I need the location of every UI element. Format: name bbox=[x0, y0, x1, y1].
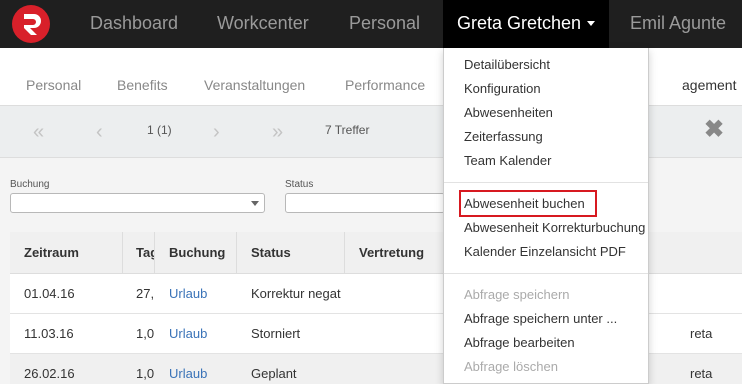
nav-greta-gretchen-label: Greta Gretchen bbox=[457, 13, 582, 33]
cell-tage: 1,0 bbox=[136, 366, 155, 381]
cell-extra: reta bbox=[690, 366, 713, 381]
menu-item-abwesenheit-korrekturbuchung[interactable]: Abwesenheit Korrekturbuchung bbox=[464, 216, 645, 240]
header-status[interactable]: Status bbox=[237, 232, 345, 274]
menu-item-abfrage-speichern: Abfrage speichern bbox=[464, 287, 570, 302]
first-page-button[interactable]: « bbox=[33, 106, 44, 158]
menu-item-team-kalender[interactable]: Team Kalender bbox=[464, 149, 551, 173]
cell-extra: reta bbox=[690, 326, 713, 341]
last-page-button[interactable]: » bbox=[272, 106, 283, 158]
result-count: 7 Treffer bbox=[325, 123, 370, 137]
menu-item-kalender-pdf[interactable]: Kalender Einzelansicht PDF bbox=[464, 240, 626, 264]
nav-workcenter[interactable]: Workcenter bbox=[217, 0, 309, 48]
status-filter-label: Status bbox=[285, 179, 314, 190]
cell-buchung-link[interactable]: Urlaub bbox=[155, 354, 237, 384]
caret-down-icon bbox=[587, 20, 596, 26]
menu-divider bbox=[444, 273, 648, 274]
nav-greta-gretchen[interactable]: Greta Gretchen bbox=[443, 0, 609, 48]
nav-dashboard[interactable]: Dashboard bbox=[90, 0, 178, 48]
app-logo-icon[interactable] bbox=[12, 5, 50, 43]
nav-personal[interactable]: Personal bbox=[349, 0, 420, 48]
status-select[interactable] bbox=[285, 193, 445, 213]
header-buchung[interactable]: Buchung bbox=[155, 232, 237, 274]
menu-item-zeiterfassung[interactable]: Zeiterfassung bbox=[464, 125, 543, 149]
close-icon[interactable]: ✖ bbox=[704, 118, 724, 142]
top-navigation-bar: Dashboard Workcenter Personal Greta Gret… bbox=[0, 0, 742, 48]
menu-item-abfrage-bearbeiten[interactable]: Abfrage bearbeiten bbox=[464, 331, 575, 355]
cell-status: Geplant bbox=[251, 366, 297, 381]
menu-item-detailuebersicht[interactable]: Detailübersicht bbox=[464, 53, 550, 77]
tab-management[interactable]: agement bbox=[682, 48, 736, 106]
cell-status: Storniert bbox=[251, 326, 301, 341]
header-tage[interactable]: Tag bbox=[123, 232, 155, 274]
cell-tage: 1,0 bbox=[136, 326, 155, 341]
tab-veranstaltungen[interactable]: Veranstaltungen bbox=[204, 48, 305, 106]
menu-divider bbox=[444, 182, 648, 183]
cell-zeitraum: 26.02.16 bbox=[24, 366, 75, 381]
cell-zeitraum: 11.03.16 bbox=[24, 326, 74, 341]
chevron-down-icon bbox=[251, 201, 259, 206]
menu-item-abfrage-speichern-unter[interactable]: Abfrage speichern unter ... bbox=[464, 307, 617, 331]
cell-status: Korrektur negat bbox=[251, 286, 341, 301]
header-zeitraum[interactable]: Zeitraum bbox=[10, 232, 123, 274]
cell-zeitraum: 01.04.16 bbox=[24, 286, 75, 301]
cell-buchung-link[interactable]: Urlaub bbox=[155, 274, 237, 314]
prev-page-button[interactable]: ‹ bbox=[96, 106, 103, 158]
nav-emil-agunte[interactable]: Emil Agunte bbox=[630, 0, 726, 48]
menu-item-konfiguration[interactable]: Konfiguration bbox=[464, 77, 541, 101]
cell-buchung-link[interactable]: Urlaub bbox=[155, 314, 237, 354]
menu-item-abfrage-loeschen: Abfrage löschen bbox=[464, 359, 558, 374]
tab-performance[interactable]: Performance bbox=[345, 48, 425, 106]
buchung-select[interactable] bbox=[10, 193, 265, 213]
page-indicator: 1 (1) bbox=[147, 123, 172, 137]
menu-item-abwesenheiten[interactable]: Abwesenheiten bbox=[464, 101, 553, 125]
cell-tage: 27, bbox=[136, 286, 155, 301]
next-page-button[interactable]: › bbox=[213, 106, 220, 158]
tab-benefits[interactable]: Benefits bbox=[117, 48, 168, 106]
tab-personal[interactable]: Personal bbox=[26, 48, 81, 106]
buchung-filter-label: Buchung bbox=[10, 179, 50, 190]
highlight-box bbox=[459, 190, 597, 217]
header-vertretung[interactable]: Vertretung bbox=[345, 232, 455, 274]
